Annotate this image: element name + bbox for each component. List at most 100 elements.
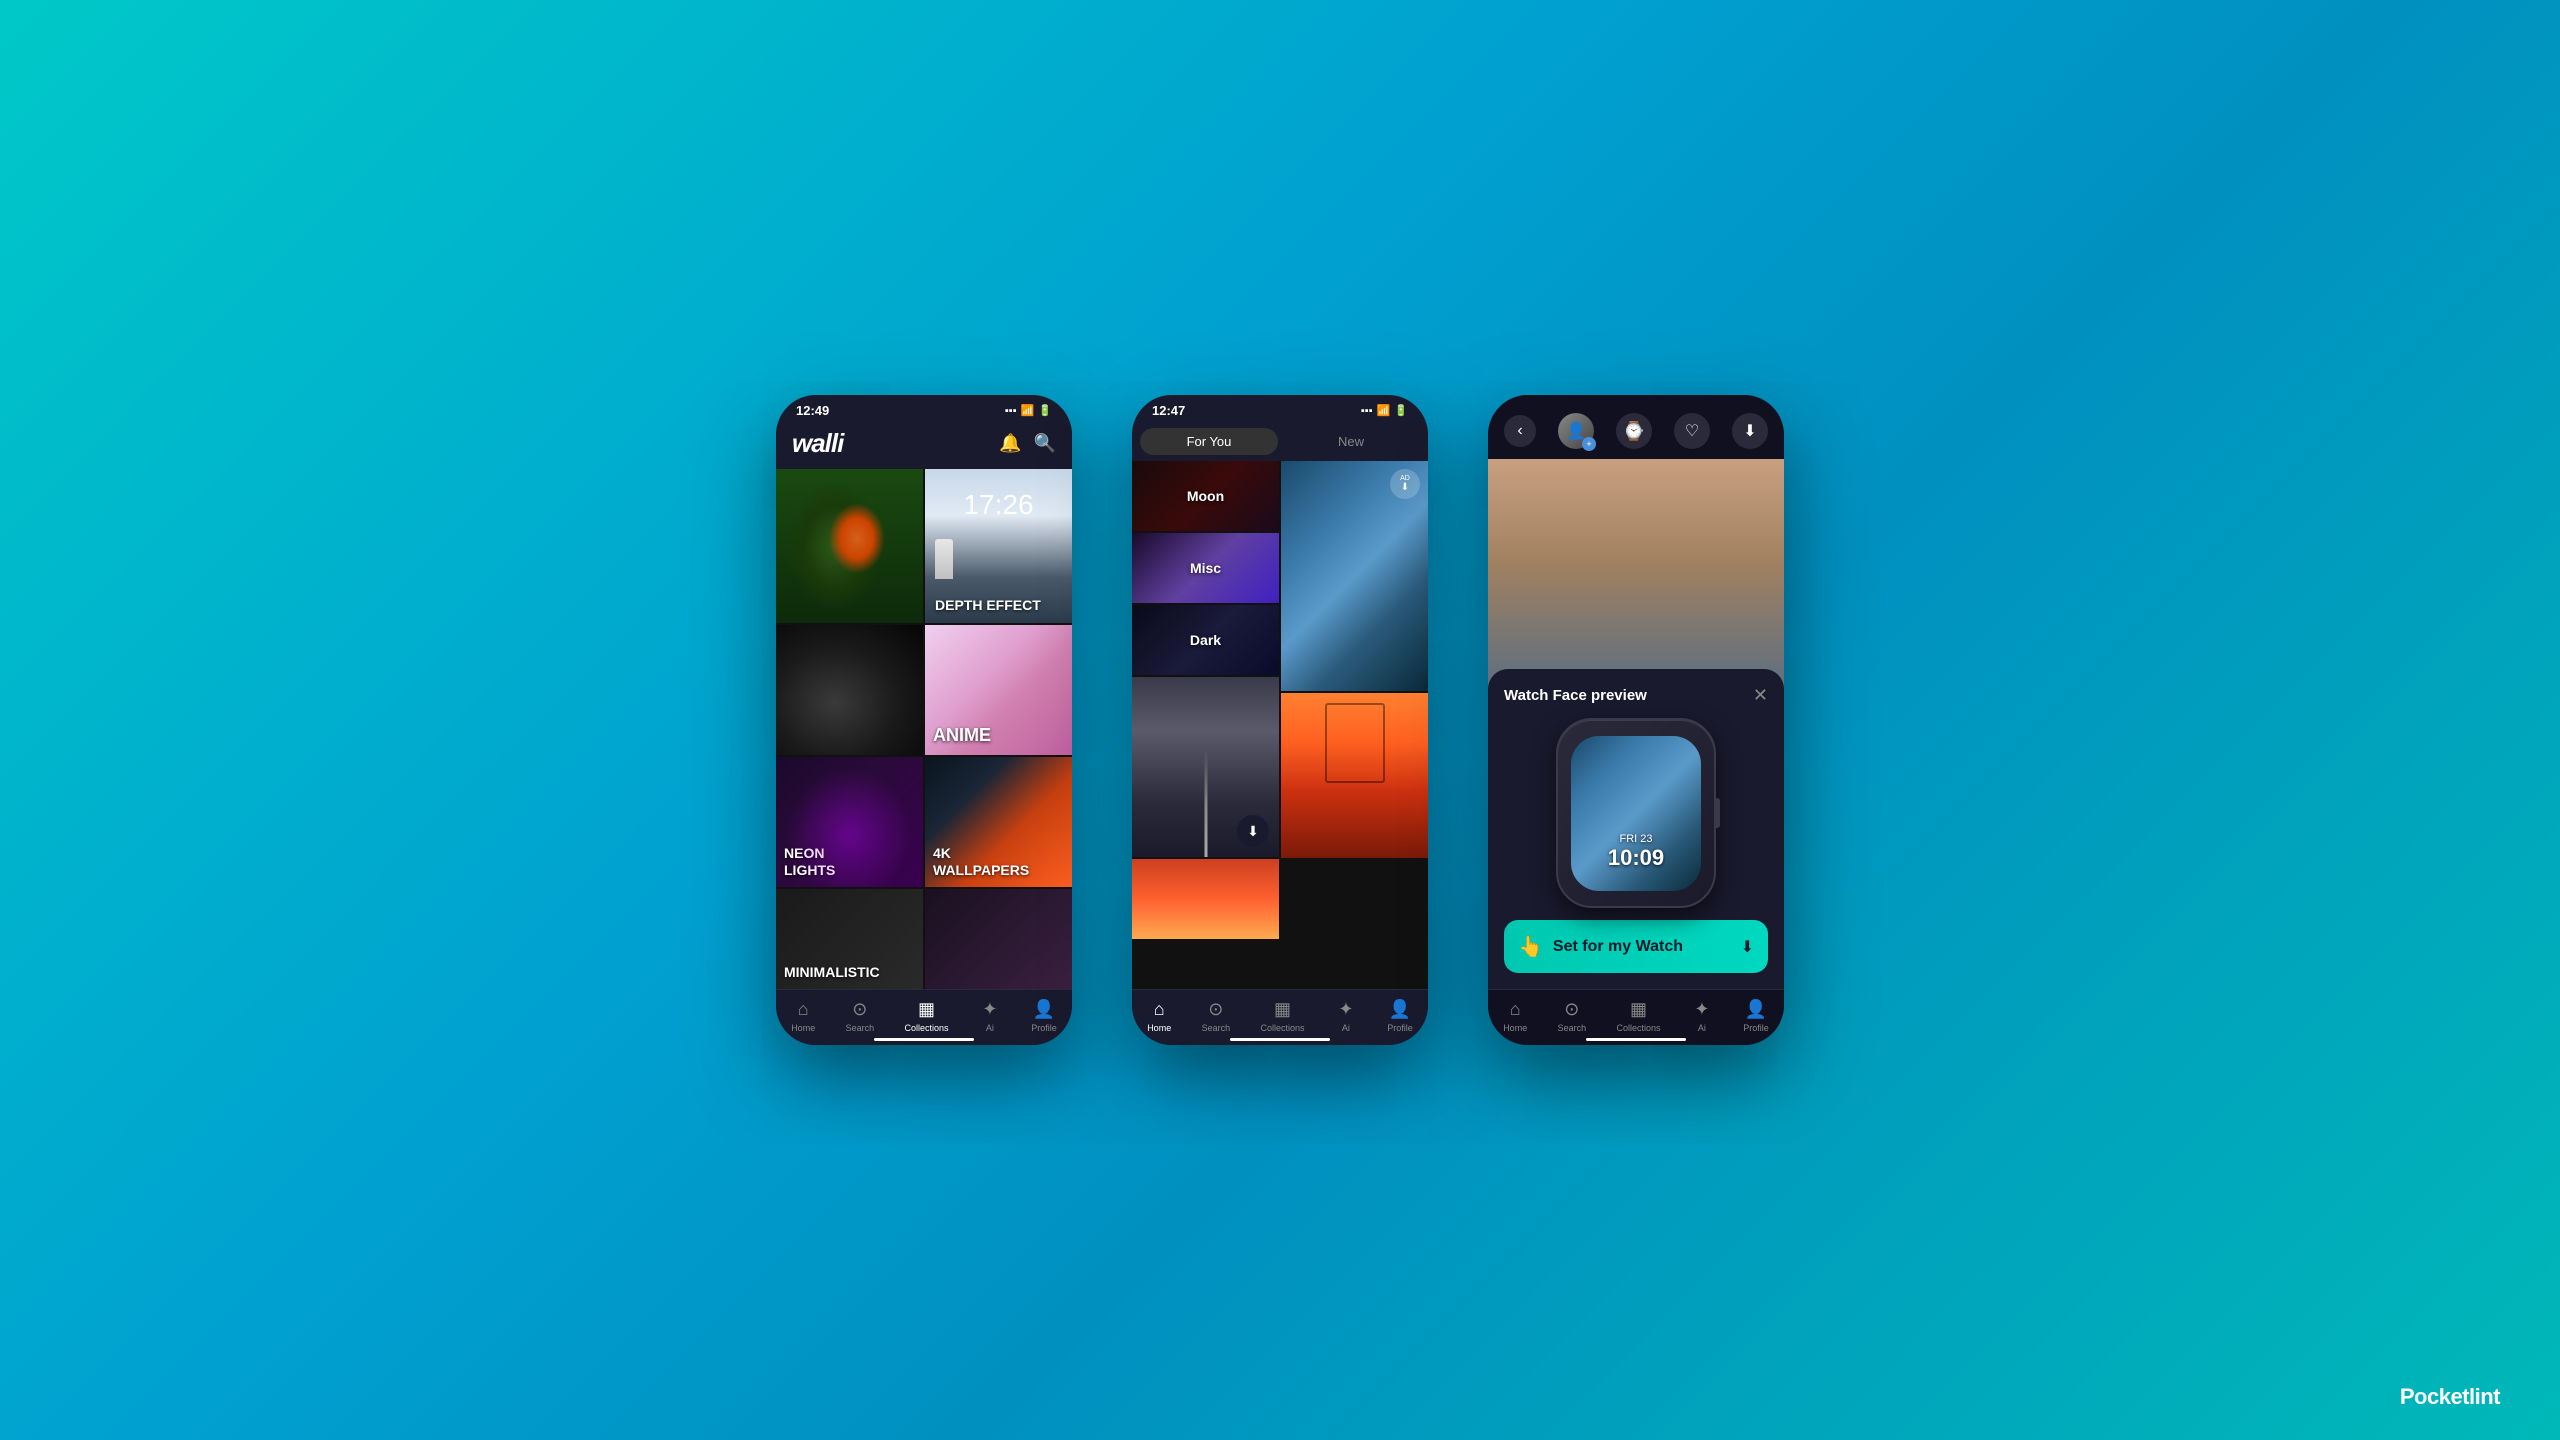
watch-time-display: FRI 23 10:09: [1571, 833, 1701, 871]
nav-collections-2[interactable]: ▦ Collections: [1260, 998, 1304, 1033]
collections-icon-2: ▦: [1272, 998, 1294, 1020]
status-bar-1: 12:49 ▪▪▪ 📶 🔋: [776, 395, 1072, 422]
category-grid: LIVEWALLPAPERS 17:26 DEPTH EFFECT: [776, 469, 1072, 989]
nav-ai-2[interactable]: ✦ Ai: [1335, 998, 1357, 1033]
status-time-2: 12:47: [1152, 403, 1185, 418]
ai-icon-1: ✦: [979, 998, 1001, 1020]
phone-3: ‹ 👤 + ⌚ ♡ ⬇ Watch Face preview ✕: [1488, 395, 1784, 1045]
nav-profile-3[interactable]: 👤 Profile: [1743, 998, 1769, 1033]
phone-1: 12:49 ▪▪▪ 📶 🔋 walli 🔔 🔍 L: [776, 395, 1072, 1045]
category-dark-2[interactable]: Dark: [1132, 605, 1279, 675]
nav-home-3[interactable]: ⌂ Home: [1503, 998, 1527, 1033]
wifi-icon: 📶: [1021, 404, 1035, 417]
status-bar-3: [1488, 395, 1784, 407]
sunset-partial[interactable]: [1132, 859, 1279, 939]
tab-new[interactable]: New: [1282, 428, 1420, 455]
search-icon[interactable]: 🔍: [1034, 433, 1056, 454]
nav-search-1[interactable]: ⊙ Search: [846, 998, 875, 1033]
status-bar-2: 12:47 ▪▪▪ 📶 🔋: [1132, 395, 1428, 422]
category-8[interactable]: [925, 889, 1072, 989]
nav-collections-3[interactable]: ▦ Collections: [1616, 998, 1660, 1033]
download-button-3[interactable]: ⬇: [1732, 413, 1768, 449]
phones-container: 12:49 ▪▪▪ 📶 🔋 walli 🔔 🔍 L: [776, 395, 1784, 1045]
category-live-wallpapers[interactable]: LIVEWALLPAPERS: [776, 469, 923, 623]
watch-time: 10:09: [1571, 845, 1701, 871]
nav-search-label-1: Search: [846, 1023, 875, 1033]
category-dark[interactable]: DARK: [776, 625, 923, 755]
nav-ai-1[interactable]: ✦ Ai: [979, 998, 1001, 1033]
category-minimalistic[interactable]: MINIMALISTIC: [776, 889, 923, 989]
profile-icon-2: 👤: [1389, 998, 1411, 1020]
home-icon-2: ⌂: [1148, 998, 1170, 1020]
status-icons-1: ▪▪▪ 📶 🔋: [1005, 404, 1052, 417]
category-misc[interactable]: Misc: [1132, 533, 1279, 603]
back-button[interactable]: ‹: [1504, 415, 1536, 447]
signal-icon-2: ▪▪▪: [1361, 405, 1373, 417]
misc-label: Misc: [1132, 533, 1279, 603]
nav-profile-1[interactable]: 👤 Profile: [1031, 998, 1057, 1033]
bell-icon[interactable]: 🔔: [999, 433, 1021, 454]
watch-icon-button[interactable]: ⌚: [1616, 413, 1652, 449]
status-time-1: 12:49: [796, 403, 829, 418]
moon-label: Moon: [1132, 461, 1279, 531]
set-watch-label: Set for my Watch: [1553, 938, 1683, 956]
search-nav-icon-3: ⊙: [1561, 998, 1583, 1020]
nav-ai-label-1: Ai: [986, 1023, 994, 1033]
category-4k-wallpapers[interactable]: 4KWALLPAPERS: [925, 757, 1072, 887]
bottom-nav-1: ⌂ Home ⊙ Search ▦ Collections ✦ Ai 👤 Pro…: [776, 989, 1072, 1045]
hand-icon: 👆: [1518, 934, 1543, 959]
nav-profile-2[interactable]: 👤 Profile: [1387, 998, 1413, 1033]
watch-screen: FRI 23 10:09: [1571, 736, 1701, 891]
cliff-wallpaper[interactable]: AD ⬇: [1281, 461, 1428, 691]
road-wallpaper[interactable]: ⬇: [1132, 677, 1279, 857]
search-nav-icon-2: ⊙: [1205, 998, 1227, 1020]
pocketlint-text: Pocketlint: [2400, 1384, 2500, 1409]
search-nav-icon-1: ⊙: [849, 998, 871, 1020]
nav-search-3[interactable]: ⊙ Search: [1558, 998, 1587, 1033]
phone3-header: ‹ 👤 + ⌚ ♡ ⬇: [1488, 407, 1784, 459]
nav-home-2[interactable]: ⌂ Home: [1147, 998, 1171, 1033]
right-column: AD ⬇: [1281, 461, 1428, 989]
modal-header: Watch Face preview ✕: [1504, 685, 1768, 706]
nav-collections-label-3: Collections: [1616, 1023, 1660, 1033]
phone1-content: walli 🔔 🔍 LIVEWALLPAPERS 17:26: [776, 422, 1072, 989]
nav-ai-label-3: Ai: [1698, 1023, 1706, 1033]
set-for-watch-button[interactable]: 👆 Set for my Watch ⬇: [1504, 920, 1768, 973]
nav-search-label-2: Search: [1202, 1023, 1231, 1033]
collections-icon-1: ▦: [916, 998, 938, 1020]
nav-ai-3[interactable]: ✦ Ai: [1691, 998, 1713, 1033]
sunset-wallpaper[interactable]: [1281, 693, 1428, 858]
profile-icon-3: 👤: [1745, 998, 1767, 1020]
wallpaper-grid: Moon Misc Dark ⬇: [1132, 461, 1428, 989]
tab-for-you[interactable]: For You: [1140, 428, 1278, 455]
nav-profile-label-1: Profile: [1031, 1023, 1057, 1033]
modal-close-button[interactable]: ✕: [1753, 685, 1768, 706]
category-depth-effect[interactable]: 17:26 DEPTH EFFECT: [925, 469, 1072, 623]
mini-label: MINIMALISTIC: [784, 964, 880, 981]
category-anime[interactable]: ANIME: [925, 625, 1072, 755]
anime-label: ANIME: [933, 725, 991, 747]
watch-date: FRI 23: [1571, 833, 1701, 845]
battery-icon-2: 🔋: [1394, 404, 1408, 417]
profile-icon-1: 👤: [1033, 998, 1055, 1020]
nav-home-label-3: Home: [1503, 1023, 1527, 1033]
profile-avatar[interactable]: 👤 +: [1558, 413, 1594, 449]
download-road-btn[interactable]: ⬇: [1237, 815, 1269, 847]
watch-face-modal: Watch Face preview ✕ FRI 23 10:09: [1488, 669, 1784, 989]
nav-collections-1[interactable]: ▦ Collections: [904, 998, 948, 1033]
status-icons-2: ▪▪▪ 📶 🔋: [1361, 404, 1408, 417]
category-moon[interactable]: Moon: [1132, 461, 1279, 531]
nav-search-2[interactable]: ⊙ Search: [1202, 998, 1231, 1033]
heart-button[interactable]: ♡: [1674, 413, 1710, 449]
nav-home-1[interactable]: ⌂ Home: [791, 998, 815, 1033]
watch-crown: [1714, 798, 1720, 828]
pocketlint-logo: Pocketlint: [2400, 1384, 2500, 1410]
avatar-plus-icon: +: [1582, 437, 1596, 451]
ad-badge: AD ⬇: [1390, 469, 1420, 499]
nav-home-label-2: Home: [1147, 1023, 1171, 1033]
category-neon-lights[interactable]: NEONLIGHTS: [776, 757, 923, 887]
signal-icon: ▪▪▪: [1005, 405, 1017, 417]
nav-indicator-1: [874, 1038, 974, 1041]
nav-profile-label-2: Profile: [1387, 1023, 1413, 1033]
nav-home-label-1: Home: [791, 1023, 815, 1033]
